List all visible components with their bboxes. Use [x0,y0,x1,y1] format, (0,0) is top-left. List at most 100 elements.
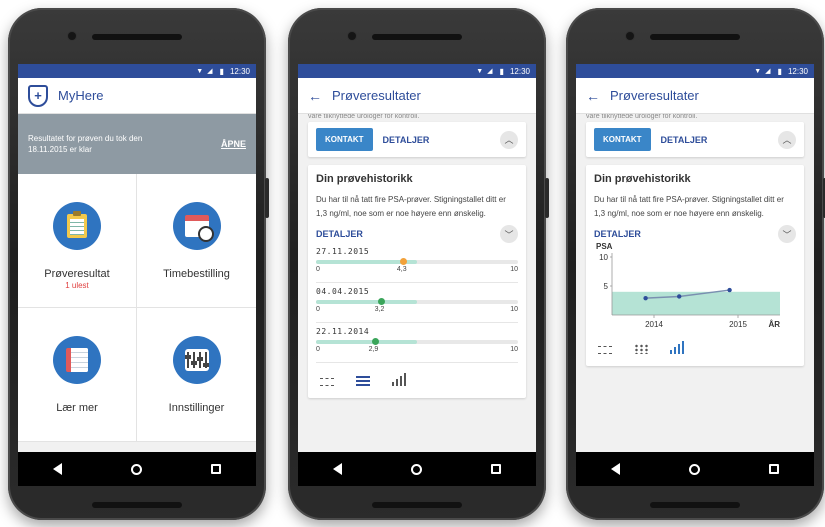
signal-icon: ▼ ◢ [754,68,772,75]
android-nav-bar [18,452,256,486]
x-tick-label: 2014 [645,320,663,329]
side-button [545,178,549,218]
status-time: 12:30 [509,66,530,76]
psa-chart: PSA 10 5 2014 2015 ÅR [594,243,796,339]
psa-data-point [643,295,648,301]
back-nav-icon[interactable] [610,463,620,475]
results-content: våre tilknyttede urologer for kontroll. … [298,114,536,398]
home-nav-icon[interactable] [688,463,700,475]
history-entry: 22.11.2014 0 2,9 10 [316,327,518,363]
home-nav-icon[interactable] [410,463,422,475]
back-nav-icon[interactable] [52,463,62,475]
recent-apps-icon[interactable] [491,464,502,474]
view-toggle [594,339,796,358]
status-time: 12:30 [787,66,808,76]
back-nav-icon[interactable] [332,463,342,475]
table-view-icon[interactable] [598,346,612,354]
camera [626,32,634,40]
tile-learn-more[interactable]: Lær mer [18,308,137,442]
history-title: Din prøvehistorikk [594,173,691,185]
app-bar: ← Prøveresultater [298,78,536,114]
history-entries: 27.11.2015 0 4,3 10 04.04.2015 0 3,2 10 22.11.20… [316,247,518,363]
speaker [372,502,462,508]
history-details-link[interactable]: DETALJER [316,229,363,239]
screen-results-chart: ▼ ◢ ▮ 12:30 ← Prøveresultater våre tilkn… [576,64,814,486]
normal-range-band [612,291,780,315]
list-view-icon[interactable] [634,344,648,354]
history-card: Din prøvehistorikk Du har til nå tatt fi… [308,165,526,398]
page-title: Prøveresultater [332,88,421,103]
table-view-icon[interactable] [320,378,334,386]
speaker [92,502,182,508]
value-fill [316,300,417,304]
open-button[interactable]: ÅPNE [221,139,246,150]
tile-test-results[interactable]: Prøveresultat 1 ulest [18,174,137,308]
speaker [650,502,740,508]
recent-apps-icon[interactable] [769,464,780,474]
contact-card: KONTAKT DETALJER ︿ [308,122,526,157]
speaker [92,34,182,40]
contact-button[interactable]: KONTAKT [594,128,651,151]
battery-icon: ▮ [777,66,782,76]
phone-results-list: ▼ ◢ ▮ 12:30 ← Prøveresultater våre tilkn… [288,8,549,520]
view-toggle [316,363,518,390]
value-dot [399,258,407,265]
chart-view-icon[interactable] [392,373,406,386]
history-text: Du har til nå tatt fire PSA-prøver. Stig… [594,195,784,218]
android-nav-bar [576,452,814,486]
x-tick-label: 2015 [729,320,747,329]
tile-label: Lær mer [56,402,98,414]
psa-chart-svg: PSA 10 5 2014 2015 ÅR [596,243,780,329]
camera [348,32,356,40]
chevron-up-icon[interactable]: ︿ [778,130,796,149]
scale-value: 3,2 [374,306,385,313]
value-scale: 0 4,3 10 [316,266,518,276]
status-bar: ▼ ◢ ▮ 12:30 [298,64,536,78]
psa-data-point [727,287,732,293]
back-arrow-icon[interactable]: ← [586,88,600,104]
details-link[interactable]: DETALJER [383,135,430,145]
y-tick-label: 5 [604,282,609,291]
tile-appointments[interactable]: Timebestilling [137,174,256,308]
screen-home: ▼ ◢ ▮ 12:30 + MyHere Resultatet for prøv… [18,64,256,486]
chevron-up-icon[interactable]: ︿ [500,130,518,149]
battery-icon: ▮ [499,66,504,76]
contact-card: KONTAKT DETALJER ︿ [586,122,804,157]
home-nav-icon[interactable] [130,463,142,475]
sliders-icon [184,349,209,371]
chevron-down-icon[interactable]: ﹀ [778,225,796,243]
back-arrow-icon[interactable]: ← [308,88,322,104]
recent-apps-icon[interactable] [211,464,222,474]
value-dot [371,338,379,345]
status-time: 12:30 [229,66,250,76]
history-text: Du har til nå tatt fire PSA-prøver. Stig… [316,195,506,218]
scale-value: 2,9 [368,346,379,353]
list-view-icon[interactable] [356,376,370,386]
speaker [650,34,740,40]
entry-date: 22.11.2014 [316,327,370,336]
side-button [265,178,269,218]
status-bar: ▼ ◢ ▮ 12:30 [576,64,814,78]
scale-max: 10 [510,266,518,273]
y-tick-label: 10 [599,253,608,262]
status-bar: ▼ ◢ ▮ 12:30 [18,64,256,78]
signal-icon: ▼ ◢ [476,68,494,75]
phone-results-chart: ▼ ◢ ▮ 12:30 ← Prøveresultater våre tilkn… [566,8,825,520]
history-details-link[interactable]: DETALJER [594,229,641,239]
scale-min: 0 [316,346,320,353]
value-track [316,298,518,305]
tile-settings[interactable]: Innstillinger [137,308,256,442]
camera [68,32,76,40]
scale-max: 10 [510,346,518,353]
value-fill [316,340,417,344]
scale-max: 10 [510,306,518,313]
screen-results-list: ▼ ◢ ▮ 12:30 ← Prøveresultater våre tilkn… [298,64,536,486]
chart-view-icon[interactable] [670,341,684,354]
scale-value: 4,3 [396,266,407,273]
chevron-down-icon[interactable]: ﹀ [500,225,518,243]
details-link[interactable]: DETALJER [661,135,708,145]
book-icon [66,348,88,372]
app-bar: ← Prøveresultater [576,78,814,114]
value-scale: 0 3,2 10 [316,306,518,316]
contact-button[interactable]: KONTAKT [316,128,373,151]
